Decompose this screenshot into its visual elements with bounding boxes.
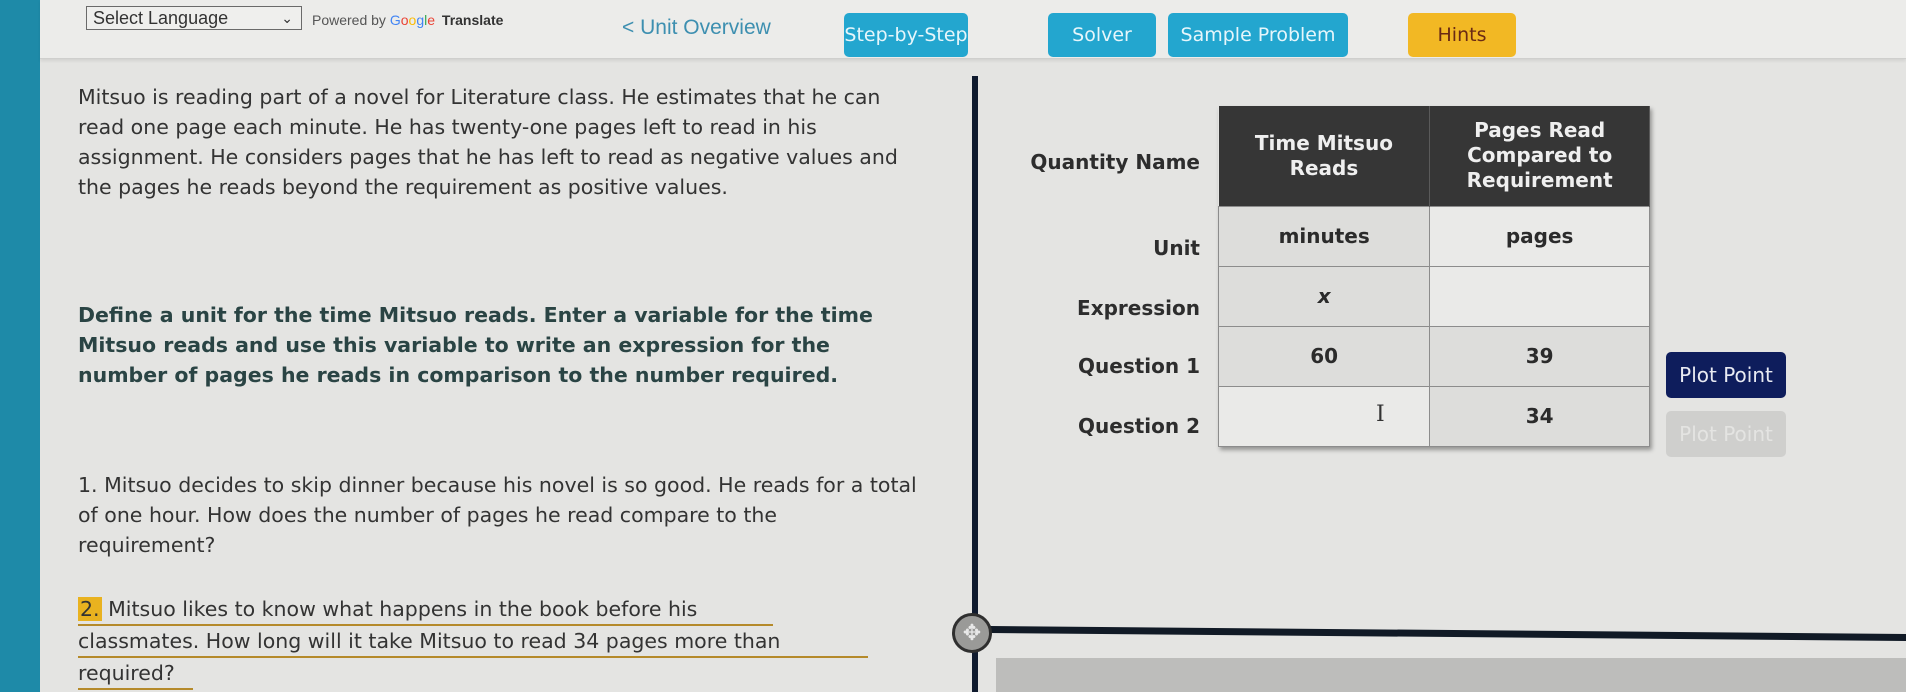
graph-panel xyxy=(996,658,1906,692)
label-expression: Expression xyxy=(1077,296,1200,320)
question-2-line-1: 2. Mitsuo likes to know what happens in … xyxy=(78,594,773,626)
label-quantity-name: Quantity Name xyxy=(1030,150,1200,174)
step-by-step-button[interactable]: Step-by-Step xyxy=(844,13,968,57)
unit-cell-time[interactable]: minutes xyxy=(1217,205,1431,267)
table-row-question-2: 34 xyxy=(1217,385,1650,447)
question-2-line-3: required? xyxy=(78,658,193,690)
table-row-question-1: 60 39 xyxy=(1217,325,1650,387)
problem-instructions: Define a unit for the time Mitsuo reads.… xyxy=(78,303,873,387)
question-1: 1. Mitsuo decides to skip dinner because… xyxy=(78,473,917,557)
table-row-labels: Quantity Name Unit Expression Question 1… xyxy=(1000,100,1200,500)
move-icon[interactable]: ✥ xyxy=(952,613,992,653)
header-time-mitsuo-reads[interactable]: Time Mitsuo Reads xyxy=(1218,106,1431,206)
language-select[interactable]: Select Language ⌄ xyxy=(86,6,302,30)
text-cursor-icon: I xyxy=(1376,402,1385,427)
powered-by-text: Powered by xyxy=(312,12,386,28)
plot-point-button-question-1[interactable]: Plot Point xyxy=(1666,352,1786,398)
unit-cell-pages[interactable]: pages xyxy=(1429,205,1650,267)
solver-button[interactable]: Solver xyxy=(1048,13,1156,57)
question-1-cell-time[interactable]: 60 xyxy=(1217,325,1431,387)
question-2-number: 2. xyxy=(78,597,102,621)
translate-text: Translate xyxy=(441,12,504,28)
hints-button[interactable]: Hints xyxy=(1408,13,1516,57)
header-pages-compared[interactable]: Pages Read Compared to Requirement xyxy=(1429,106,1650,206)
expression-cell-pages[interactable] xyxy=(1429,265,1650,327)
vertical-splitter[interactable] xyxy=(972,76,978,692)
chevron-down-icon: ⌄ xyxy=(281,10,293,26)
question-2-cell-time[interactable] xyxy=(1217,385,1431,447)
sample-problem-button[interactable]: Sample Problem xyxy=(1168,13,1348,57)
question-2: 2. Mitsuo likes to know what happens in … xyxy=(78,594,908,690)
label-question-1: Question 1 xyxy=(1078,354,1200,378)
plot-point-button-question-2[interactable]: Plot Point xyxy=(1666,411,1786,457)
label-unit: Unit xyxy=(1153,236,1200,260)
question-1-cell-pages[interactable]: 39 xyxy=(1429,325,1650,387)
language-select-value: Select Language xyxy=(93,8,229,28)
label-question-2: Question 2 xyxy=(1078,414,1200,438)
unit-overview-link[interactable]: < Unit Overview xyxy=(622,16,771,40)
left-accent-bar xyxy=(0,0,40,692)
table-row-unit: minutes pages xyxy=(1217,205,1650,267)
quantity-table: Time Mitsuo Reads Pages Read Compared to… xyxy=(1217,106,1650,447)
problem-statement: Mitsuo is reading part of a novel for Li… xyxy=(78,85,898,199)
google-logo-text: Google xyxy=(389,12,436,28)
question-2-cell-pages[interactable]: 34 xyxy=(1429,385,1650,447)
powered-by-google-translate: Powered by Google Translate xyxy=(312,12,503,28)
expression-cell-time[interactable]: x xyxy=(1217,265,1431,327)
horizontal-splitter[interactable] xyxy=(990,626,1906,641)
table-row-expression: x xyxy=(1217,265,1650,327)
table-header-row: Time Mitsuo Reads Pages Read Compared to… xyxy=(1218,106,1650,206)
question-2-line-2: classmates. How long will it take Mitsuo… xyxy=(78,626,868,658)
toolbar: Select Language ⌄ Powered by Google Tran… xyxy=(40,0,1906,59)
